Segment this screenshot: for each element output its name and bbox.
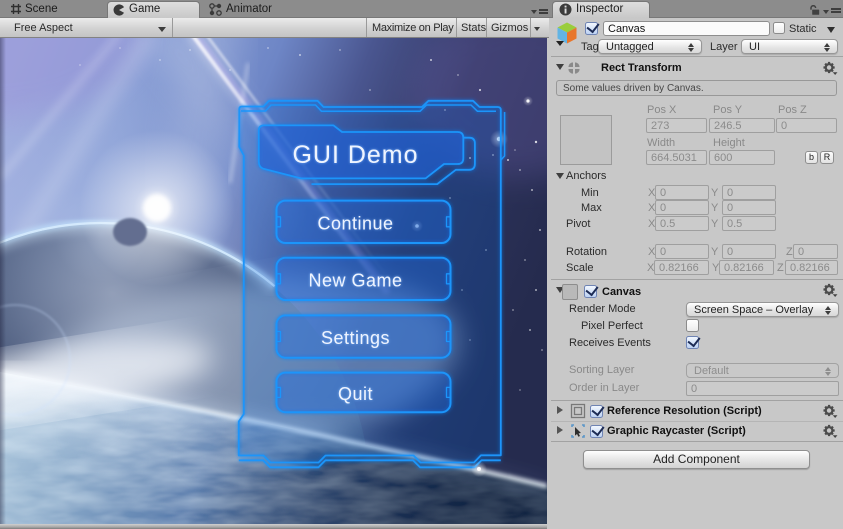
svg-text:Quit: Quit: [338, 384, 373, 404]
svg-text:GUI Demo: GUI Demo: [292, 141, 418, 169]
svg-text:Settings: Settings: [321, 328, 390, 348]
svg-text:New Game: New Game: [308, 270, 402, 290]
svg-text:Continue: Continue: [317, 213, 393, 233]
